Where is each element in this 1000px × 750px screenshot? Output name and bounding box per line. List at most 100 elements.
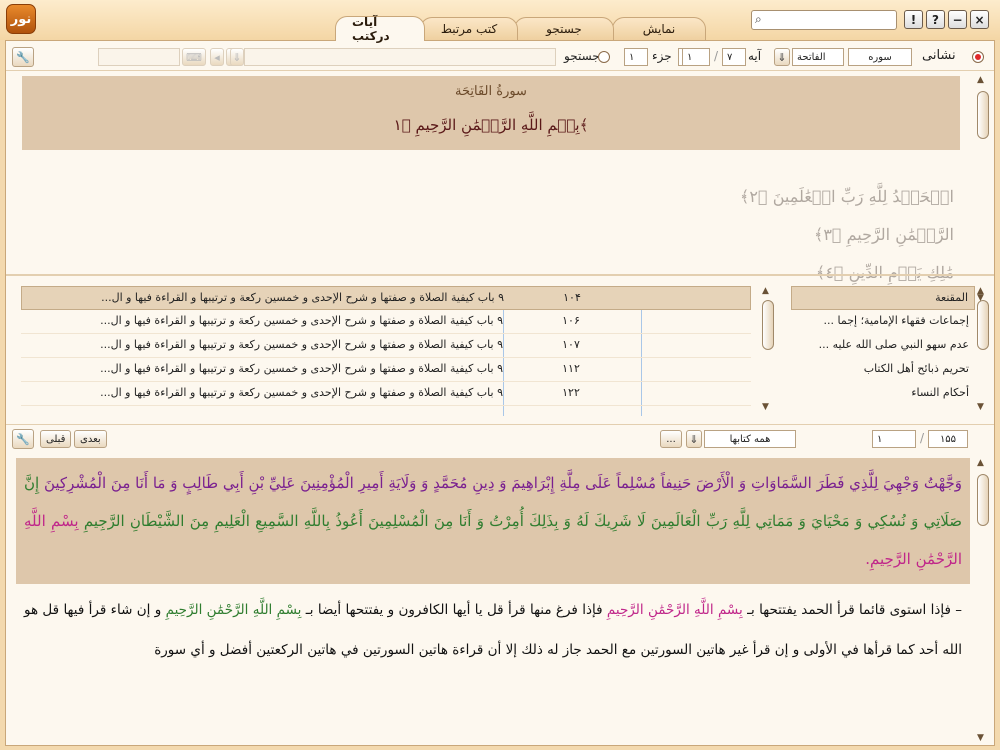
tab-display[interactable]: نمایش: [612, 17, 706, 40]
page-field[interactable]: ۱: [624, 48, 648, 66]
scroll-up-icon[interactable]: ▲: [977, 75, 984, 85]
book-dropdown-button[interactable]: ⇓: [686, 430, 702, 448]
hadith-sentence: فإذا فرغ منها قرأ قل يا أيها الكافرون و …: [305, 602, 603, 618]
download-arrow-icon: ⇓: [689, 432, 699, 446]
surah-field[interactable]: الفاتحة: [792, 48, 844, 66]
tab-ayat-in-books[interactable]: آيات درکتب: [335, 15, 425, 43]
close-button[interactable]: ×: [970, 10, 989, 29]
search-phrase-field: [244, 48, 556, 66]
ayah-to-field[interactable]: ۷: [722, 48, 746, 66]
books-scrollbar[interactable]: ▲ ▼: [976, 286, 990, 412]
row-page: ۱۰۶: [562, 314, 580, 327]
scroll-down-icon[interactable]: ▼: [977, 402, 984, 412]
hadith-sentence: – فإذا استوى قائما قرأ الحمد يفتتحها بـ: [747, 602, 963, 618]
surah-header: سورةُ الفَاتِحَة بِسۡمِ اللَّهِ الرَّحۡم…: [22, 76, 960, 150]
app-logo[interactable]: نور: [6, 4, 36, 34]
quran-scroll-thumb[interactable]: [977, 91, 989, 139]
surah-title: سورةُ الفَاتِحَة: [455, 84, 527, 99]
row-page: ۱۲۲: [562, 386, 580, 399]
books-list-header[interactable]: المقنعة: [791, 286, 975, 310]
address-mode-label: نشانی: [922, 48, 956, 63]
hadith-basmala-ref[interactable]: بِسْمِ اللَّهِ الرَّحْمَٰنِ الرَّحِيمِ: [607, 602, 743, 618]
help-button[interactable]: ?: [926, 10, 945, 29]
hadith-scroll-thumb[interactable]: [977, 474, 989, 526]
wrench-icon: 🔧: [16, 432, 30, 446]
type-select[interactable]: سوره: [848, 48, 912, 66]
settings-wrench-button[interactable]: 🔧: [12, 429, 34, 449]
download-icon: ⇓: [230, 48, 244, 66]
table-row[interactable]: ۹ باب كيفية الصلاة و صفتها و شرح الإحدى …: [21, 286, 751, 310]
ayah-separator: /: [714, 49, 719, 63]
table-row[interactable]: ۹ باب كيفية الصلاة و صفتها و شرح الإحدى …: [21, 358, 751, 382]
ayah-3[interactable]: الرَّحۡمَٰنِ الرَّحِيمِ ﴿٣﴾: [814, 225, 954, 244]
row-title: ۹ باب كيفية الصلاة و صفتها و شرح الإحدى …: [100, 362, 503, 375]
next-button[interactable]: بعدی: [74, 430, 107, 448]
books-scroll-thumb[interactable]: [977, 300, 989, 350]
arrow-left-icon: ◂: [210, 48, 224, 66]
minimize-button[interactable]: −: [948, 10, 967, 29]
books-list: المقنعة إجماعات فقهاء الإمامية؛ إجما ...…: [791, 286, 975, 406]
wrench-icon: 🔧: [16, 50, 30, 64]
scroll-down-icon[interactable]: ▼: [977, 733, 984, 743]
row-page: ۱۰۴: [563, 291, 581, 304]
list-item[interactable]: عدم سهو النبي صلى الله عليه ...: [791, 334, 975, 358]
row-title: ۹ باب كيفية الصلاة و صفتها و شرح الإحدى …: [100, 314, 503, 327]
search-icon: ⌕: [755, 12, 762, 26]
hadith-scrollbar[interactable]: ▲ ▼: [976, 458, 990, 743]
results-scroll-thumb[interactable]: [762, 300, 774, 350]
row-title: ۹ باب كيفية الصلاة و صفتها و شرح الإحدى …: [100, 386, 503, 399]
list-item[interactable]: تحريم ذبائح أهل الكتاب: [791, 358, 975, 382]
basmala-ayah[interactable]: بِسۡمِ اللَّهِ الرَّحۡمَٰنِ الرَّحِيمِ ﴿…: [22, 116, 960, 134]
tab-search[interactable]: جستجو: [514, 17, 614, 40]
title-bar: نور نمایش جستجو کتب مرتبط آيات درکتب ⌕ !…: [0, 0, 1000, 43]
hadith-basmala-ref[interactable]: بِسْمِ اللَّهِ الرَّحْمَٰنِ الرَّحِيمِ: [166, 602, 302, 618]
ayah-from-field[interactable]: ۱: [682, 48, 710, 66]
hadith-body: – فإذا استوى قائما قرأ الحمد يفتتحها بـ …: [16, 584, 970, 676]
settings-wrench-button[interactable]: 🔧: [12, 47, 34, 67]
download-arrow-icon: ⇓: [777, 50, 787, 64]
quran-panel: سورةُ الفَاتِحَة بِسۡمِ اللَّهِ الرَّحۡم…: [6, 73, 994, 305]
hadith-highlight: وَجَّهْتُ وَجْهِيَ لِلَّذِي فَطَرَ السَّ…: [16, 458, 970, 584]
scroll-up-icon[interactable]: ▲: [977, 286, 984, 296]
table-row[interactable]: ۹ باب كيفية الصلاة و صفتها و شرح الإحدى …: [21, 334, 751, 358]
scroll-up-icon[interactable]: ▲: [762, 286, 769, 296]
current-page-field[interactable]: ۱: [872, 430, 916, 448]
quran-scrollbar[interactable]: ▲ ▼: [976, 75, 990, 303]
prev-button[interactable]: قبلی: [40, 430, 72, 448]
global-search-input[interactable]: [770, 12, 894, 28]
location-toolbar: 🔧 ⌨ ◂ ▸ ⇓ جستجو ۱ جزء ۱ ۱ / ۷ آیه ⇓ الفا…: [6, 43, 994, 71]
more-button[interactable]: ...: [660, 430, 682, 448]
scroll-down-icon[interactable]: ▼: [762, 402, 769, 412]
main-panel: 🔧 ⌨ ◂ ▸ ⇓ جستجو ۱ جزء ۱ ۱ / ۷ آیه ⇓ الفا…: [5, 40, 995, 746]
global-search[interactable]: ⌕: [751, 10, 897, 30]
row-page: ۱۱۲: [562, 362, 580, 375]
search-mode-radio[interactable]: [598, 51, 610, 63]
juz-label: جزء: [652, 49, 672, 63]
hadith-dua-text: وَجَّهْتُ وَجْهِيَ لِلَّذِي فَطَرَ السَّ…: [43, 474, 962, 492]
keyboard-icon: ⌨: [182, 48, 206, 66]
surah-dropdown-button[interactable]: ⇓: [774, 48, 790, 66]
search-mode-label: جستجو: [564, 49, 600, 63]
info-button[interactable]: !: [904, 10, 923, 29]
address-mode-radio[interactable]: [972, 51, 984, 63]
results-panel: ۹ باب كيفية الصلاة و صفتها و شرح الإحدى …: [6, 274, 994, 422]
book-navigation-toolbar: 🔧 قبلی بعدی ... ⇓ همه کتابها ۱ / ۱۵۵: [6, 424, 994, 452]
tab-related-books[interactable]: کتب مرتبط: [420, 17, 518, 40]
page-separator: /: [920, 431, 925, 445]
list-item[interactable]: إجماعات فقهاء الإمامية؛ إجما ...: [791, 310, 975, 334]
scroll-up-icon[interactable]: ▲: [977, 458, 984, 468]
disabled-field: [98, 48, 180, 66]
table-row[interactable]: ۹ باب كيفية الصلاة و صفتها و شرح الإحدى …: [21, 310, 751, 334]
list-item[interactable]: أحكام النساء: [791, 382, 975, 406]
results-scrollbar[interactable]: ▲ ▼: [761, 286, 775, 412]
row-title: ۹ باب كيفية الصلاة و صفتها و شرح الإحدى …: [100, 338, 503, 351]
row-page: ۱۰۷: [562, 338, 580, 351]
total-pages-field: ۱۵۵: [928, 430, 968, 448]
ayah-label: آیه: [748, 49, 762, 63]
ayah-2[interactable]: الۡحَمۡدُ لِلَّهِ رَبِّ الۡعَٰلَمِينَ ﴿٢…: [740, 187, 954, 206]
row-title: ۹ باب كيفية الصلاة و صفتها و شرح الإحدى …: [101, 291, 504, 304]
hadith-text: وَجَّهْتُ وَجْهِيَ لِلَّذِي فَطَرَ السَّ…: [16, 458, 970, 743]
all-books-select[interactable]: همه کتابها: [704, 430, 796, 448]
results-grid: ۹ باب كيفية الصلاة و صفتها و شرح الإحدى …: [21, 286, 751, 416]
table-row[interactable]: ۹ باب كيفية الصلاة و صفتها و شرح الإحدى …: [21, 382, 751, 406]
